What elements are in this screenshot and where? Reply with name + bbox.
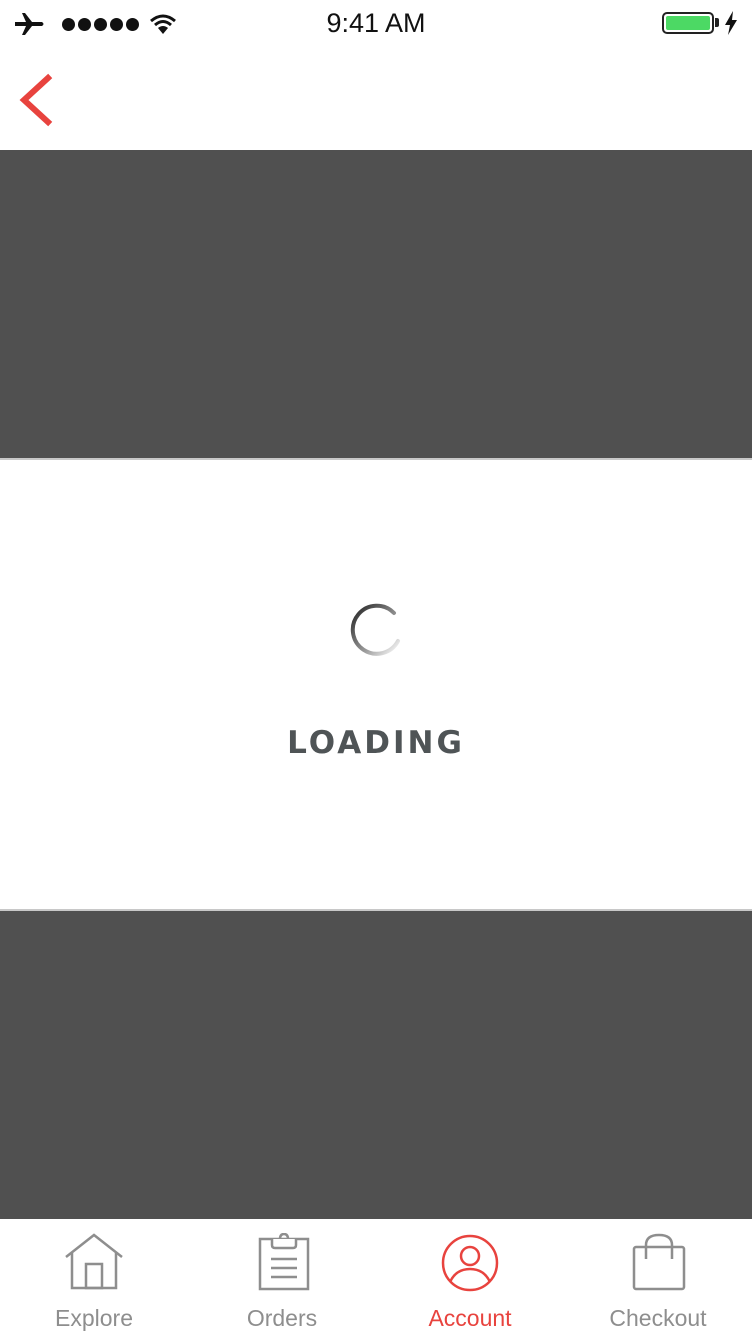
bolt-icon (725, 11, 737, 35)
tab-bar: Explore Orders Account Checkout (0, 1219, 752, 1334)
user-circle-icon (441, 1234, 499, 1292)
image-placeholder-bottom (0, 909, 752, 1221)
tab-account[interactable]: Account (376, 1219, 564, 1334)
home-icon (65, 1233, 123, 1290)
tab-label: Explore (55, 1305, 133, 1331)
shopping-bag-icon (632, 1233, 686, 1291)
battery-nub (715, 18, 719, 27)
spinner-icon (350, 603, 400, 656)
battery-icon (662, 12, 714, 34)
tab-label: Checkout (609, 1305, 707, 1331)
clipboard-icon (258, 1233, 310, 1291)
loading-indicator: LOADING (0, 460, 752, 909)
status-bar: 9:41 AM (0, 0, 752, 48)
tab-orders[interactable]: Orders (188, 1219, 376, 1334)
tab-checkout[interactable]: Checkout (564, 1219, 752, 1334)
loading-label: LOADING (287, 725, 465, 761)
tab-label: Account (428, 1305, 512, 1331)
status-time: 9:41 AM (326, 8, 426, 38)
tab-label: Orders (246, 1305, 318, 1331)
tab-explore[interactable]: Explore (0, 1219, 188, 1334)
battery-level (666, 16, 710, 30)
chevron-left-icon (19, 73, 53, 127)
back-button[interactable] (12, 72, 60, 128)
image-placeholder-top (0, 150, 752, 460)
navigation-bar (0, 48, 752, 150)
